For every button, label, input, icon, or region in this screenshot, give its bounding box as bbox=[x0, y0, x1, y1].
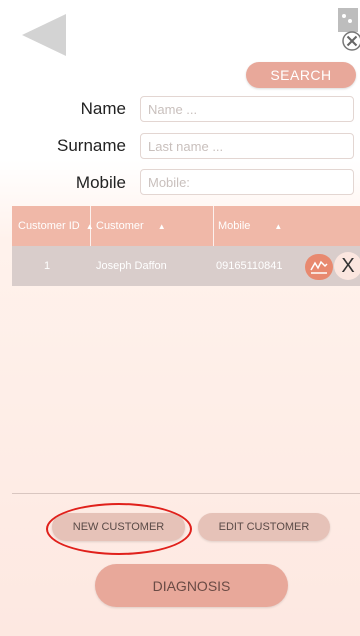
cell-customer-id: 1 bbox=[44, 260, 51, 272]
header-customer-id[interactable]: Customer ID ▲ bbox=[18, 206, 94, 246]
column-divider bbox=[90, 206, 91, 246]
back-button[interactable] bbox=[22, 14, 66, 56]
surname-label: Surname bbox=[57, 136, 126, 155]
table-header: Customer ID ▲ Customer ▲ Mobile ▲ bbox=[12, 206, 360, 246]
cell-mobile: 09165110841 bbox=[216, 260, 283, 272]
delete-button[interactable]: X bbox=[334, 252, 360, 280]
edit-customer-button[interactable]: EDIT CUSTOMER bbox=[198, 513, 330, 541]
surname-input[interactable] bbox=[140, 133, 354, 159]
chart-button[interactable] bbox=[305, 254, 333, 280]
search-button[interactable]: SEARCH bbox=[246, 62, 356, 88]
diagnosis-button[interactable]: DIAGNOSIS bbox=[95, 564, 288, 607]
chart-icon bbox=[310, 260, 328, 274]
name-label: Name bbox=[80, 99, 126, 118]
ad-close-button[interactable] bbox=[336, 8, 360, 52]
sort-up-icon: ▲ bbox=[274, 221, 283, 231]
header-customer[interactable]: Customer ▲ bbox=[96, 206, 166, 246]
mobile-label: Mobile bbox=[75, 173, 126, 192]
divider bbox=[12, 493, 360, 494]
name-input[interactable] bbox=[140, 96, 354, 122]
mobile-input[interactable] bbox=[140, 169, 354, 195]
new-customer-button[interactable]: NEW CUSTOMER bbox=[52, 513, 185, 541]
close-circle-icon bbox=[338, 8, 360, 51]
cell-customer: Joseph Daffon bbox=[96, 260, 167, 272]
header-mobile[interactable]: Mobile ▲ bbox=[218, 206, 282, 246]
sort-up-icon: ▲ bbox=[157, 221, 166, 231]
column-divider bbox=[213, 206, 214, 246]
back-arrow-icon bbox=[22, 14, 66, 56]
table-row[interactable]: 1 Joseph Daffon 09165110841 X bbox=[12, 246, 360, 286]
